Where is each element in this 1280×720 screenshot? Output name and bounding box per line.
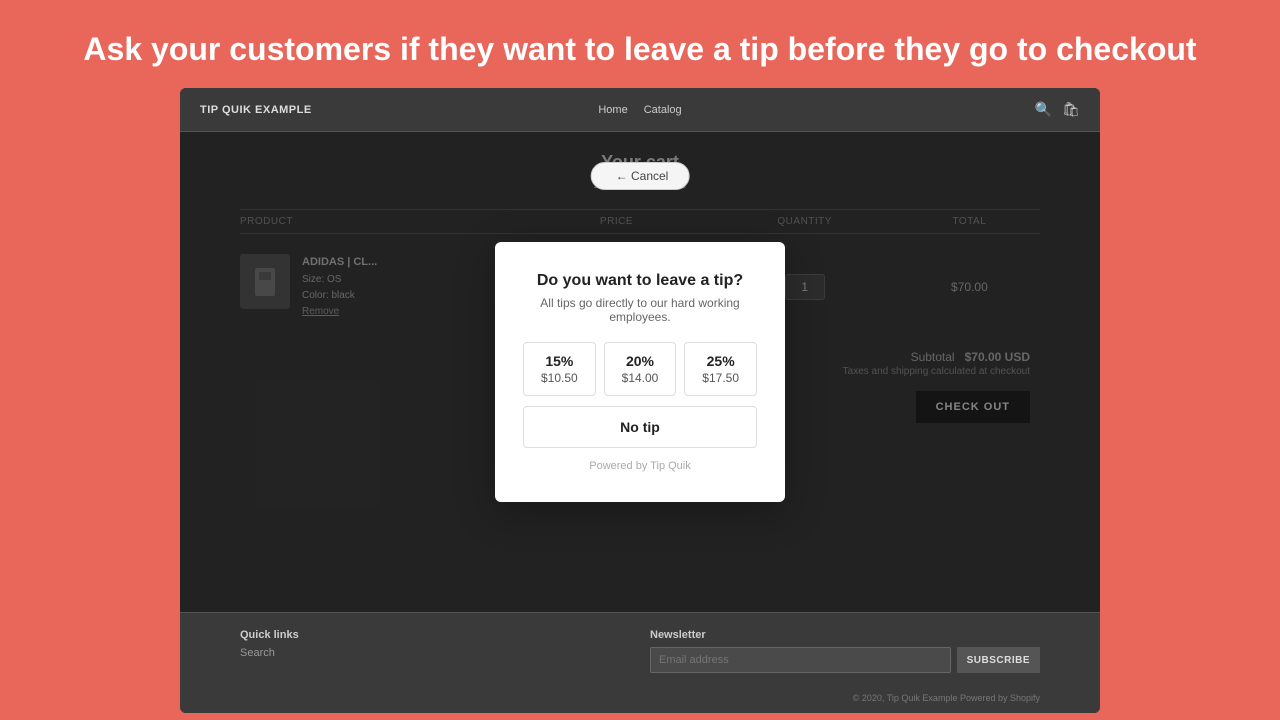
tip-amount-25: $17.50 bbox=[702, 371, 739, 385]
store-content: Your cart Continue shopping PRODUCT PRIC… bbox=[180, 132, 1100, 612]
subscribe-button[interactable]: SUBSCRIBE bbox=[957, 647, 1040, 673]
newsletter-row: SUBSCRIBE bbox=[650, 647, 1040, 673]
search-footer-link[interactable]: Search bbox=[240, 647, 630, 659]
tip-percent-15: 15% bbox=[545, 353, 573, 369]
quick-links-title: Quick links bbox=[240, 629, 630, 641]
cancel-button[interactable]: ← Cancel bbox=[591, 162, 690, 190]
quick-links-section: Quick links Search bbox=[240, 629, 630, 673]
nav-links: Home Catalog bbox=[598, 104, 681, 116]
nav-home[interactable]: Home bbox=[598, 104, 627, 116]
store-nav: TIP QUIK EXAMPLE Home Catalog 🔍 🛍 bbox=[180, 88, 1100, 132]
tip-amount-20: $14.00 bbox=[622, 371, 659, 385]
newsletter-section: Newsletter SUBSCRIBE bbox=[650, 629, 1040, 673]
bag-icon[interactable]: 🛍 bbox=[1062, 101, 1080, 118]
tip-percent-25: 25% bbox=[707, 353, 735, 369]
tip-options: 15% $10.50 20% $14.00 25% $17.50 bbox=[523, 342, 757, 396]
modal-subtitle: All tips go directly to our hard working… bbox=[523, 296, 757, 324]
store-logo: TIP QUIK EXAMPLE bbox=[200, 104, 312, 116]
nav-catalog[interactable]: Catalog bbox=[644, 104, 682, 116]
no-tip-button[interactable]: No tip bbox=[523, 406, 757, 448]
newsletter-title: Newsletter bbox=[650, 629, 1040, 641]
tip-option-25[interactable]: 25% $17.50 bbox=[684, 342, 757, 396]
modal-title: Do you want to leave a tip? bbox=[523, 272, 757, 290]
tip-option-15[interactable]: 15% $10.50 bbox=[523, 342, 596, 396]
store-footer: Quick links Search Newsletter SUBSCRIBE bbox=[180, 612, 1100, 689]
modal-overlay: ← Cancel Do you want to leave a tip? All… bbox=[180, 132, 1100, 612]
search-icon[interactable]: 🔍 bbox=[1035, 101, 1052, 118]
nav-icons: 🔍 🛍 bbox=[1035, 101, 1080, 118]
page-heading: Ask your customers if they want to leave… bbox=[0, 0, 1280, 88]
tip-amount-15: $10.50 bbox=[541, 371, 578, 385]
tip-option-20[interactable]: 20% $14.00 bbox=[604, 342, 677, 396]
browser-window: TIP QUIK EXAMPLE Home Catalog 🔍 🛍 Your c… bbox=[180, 88, 1100, 713]
email-input[interactable] bbox=[650, 647, 951, 673]
tip-percent-20: 20% bbox=[626, 353, 654, 369]
tip-modal: Do you want to leave a tip? All tips go … bbox=[495, 242, 785, 502]
powered-by: Powered by Tip Quik bbox=[523, 460, 757, 472]
footer-copyright: © 2020, Tip Quik Example Powered by Shop… bbox=[180, 689, 1100, 713]
